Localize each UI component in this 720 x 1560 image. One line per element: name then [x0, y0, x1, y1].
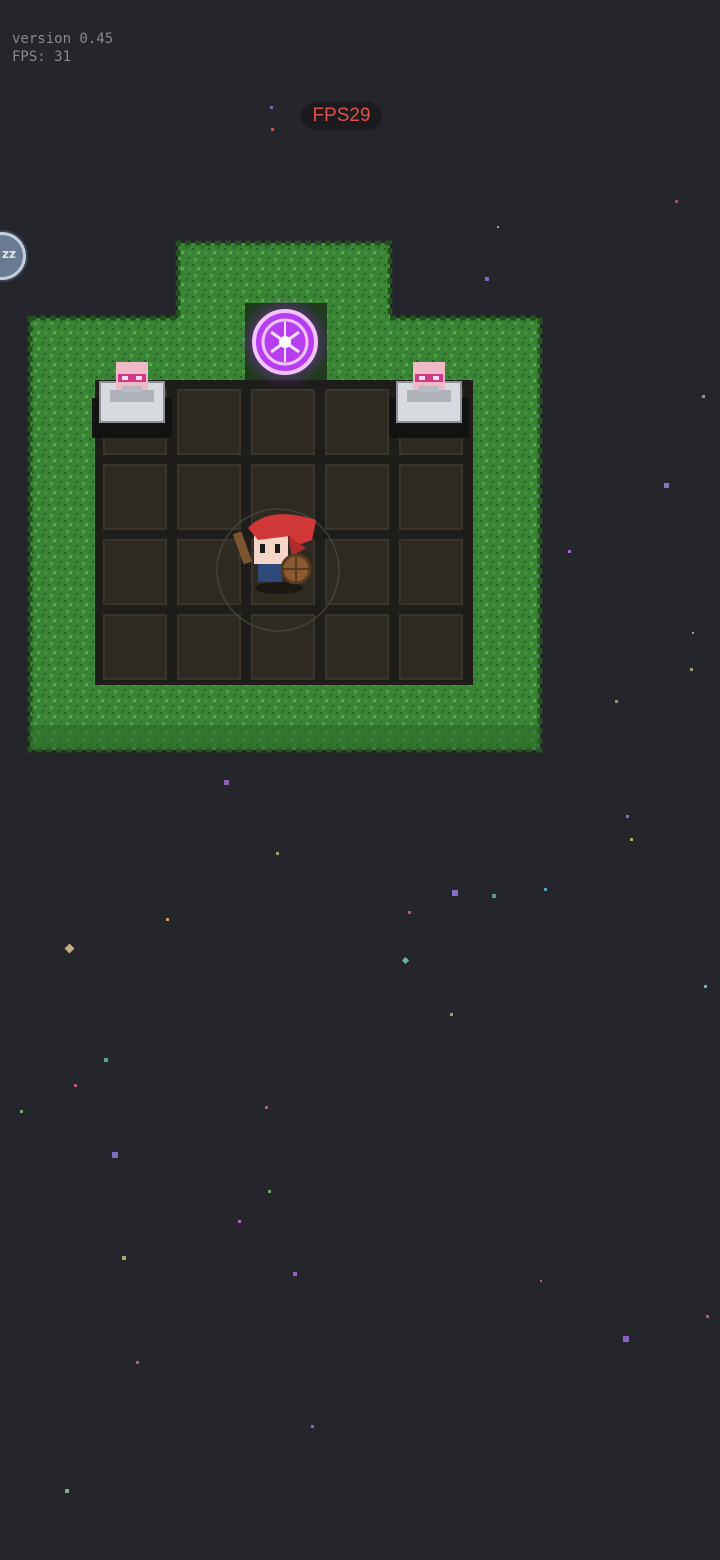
game-scene[interactable]: version 0.45 FPS: 31 FPS29 zz — [0, 0, 720, 1560]
room-layer — [27, 240, 543, 753]
portal-icon[interactable] — [239, 296, 331, 388]
